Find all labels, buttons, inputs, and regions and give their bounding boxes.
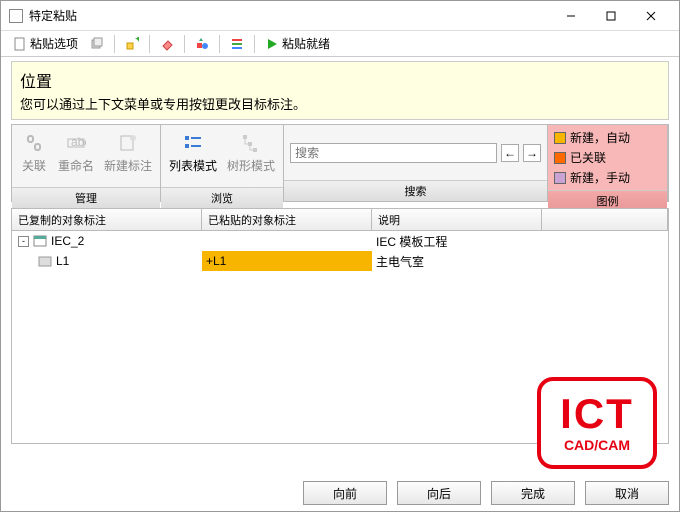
toolbar-list-button[interactable] [226,33,248,55]
window-title: 特定粘贴 [29,7,551,24]
paste-options-label: 粘贴选项 [30,35,78,52]
toolbar-erase-button[interactable] [156,33,178,55]
finish-button[interactable]: 完成 [491,481,575,505]
prev-button[interactable]: 向前 [303,481,387,505]
table-row[interactable]: L1+L1主电气室 [12,251,668,271]
legend-text: 已关联 [570,149,606,166]
legend-item: 已关联 [554,149,661,166]
shapes-icon [195,37,209,51]
legend-item: 新建，手动 [554,169,661,186]
list-mode-icon [181,131,205,155]
ribbon-search-label: 搜索 [284,180,547,201]
maximize-button[interactable] [591,2,631,30]
paste-ready-button[interactable]: 粘贴就绪 [261,33,334,55]
logo-watermark: ICT CAD/CAM [537,377,657,469]
search-next-button[interactable]: → [523,144,541,162]
tree-mode-button[interactable]: 树形模式 [223,129,279,183]
rename-button[interactable]: abc重命名 [54,129,98,183]
search-input[interactable] [290,143,497,163]
legend-swatch [554,132,566,144]
titlebar: 特定粘贴 [1,1,679,31]
svg-text:✦: ✦ [134,37,139,46]
legend-swatch [554,172,566,184]
toolbar: 粘贴选项 ✦ 粘贴就绪 [1,31,679,57]
legend-item: 新建，自动 [554,129,661,146]
minimize-button[interactable] [551,2,591,30]
ribbon-group-search: ← → 搜索 [284,125,548,201]
new-tag-button[interactable]: 新建标注 [100,129,156,183]
toolbar-add-button[interactable]: ✦ [121,33,143,55]
toolbar-shapes-button[interactable] [191,33,213,55]
add-star-icon: ✦ [125,37,139,51]
logo-text: ICT [560,393,634,435]
svg-text:abc: abc [71,135,86,149]
page-icon [13,37,27,51]
info-title: 位置 [20,68,660,92]
footer: 向前 向后 完成 取消 [303,481,669,505]
tree-mode-icon [239,131,263,155]
info-panel: 位置 您可以通过上下文菜单或专用按钮更改目标标注。 [11,61,669,120]
play-icon [265,37,279,51]
legend-text: 新建，手动 [570,169,630,186]
eraser-icon [160,37,174,51]
ribbon-group-manage: 关联 abc重命名 新建标注 管理 [12,125,161,201]
paste-ready-label: 粘贴就绪 [282,35,330,52]
th-desc[interactable]: 说明 [372,209,542,230]
cancel-button[interactable]: 取消 [585,481,669,505]
ribbon: 关联 abc重命名 新建标注 管理 列表模式 树形模式 浏览 ← → 搜索 新建… [11,124,669,202]
info-desc: 您可以通过上下文菜单或专用按钮更改目标标注。 [20,94,660,113]
ribbon-browse-label: 浏览 [161,187,283,208]
th-pasted[interactable]: 已粘贴的对象标注 [202,209,372,230]
legend-swatch [554,152,566,164]
table-header: 已复制的对象标注 已粘贴的对象标注 说明 [12,209,668,231]
ribbon-group-legend: 新建，自动已关联新建，手动 图例 [548,125,668,201]
close-button[interactable] [631,2,671,30]
table-row[interactable]: -IEC_2IEC 模板工程 [12,231,668,251]
paste-options-button[interactable]: 粘贴选项 [9,33,82,55]
link-icon [22,131,46,155]
next-button[interactable]: 向后 [397,481,481,505]
folder-icon [38,254,52,268]
link-button[interactable]: 关联 [16,129,52,183]
th-copied[interactable]: 已复制的对象标注 [12,209,202,230]
list-bars-icon [230,37,244,51]
stack-icon [90,37,104,51]
tree-toggle[interactable]: - [18,236,29,247]
rename-icon: abc [64,131,88,155]
app-icon [9,9,23,23]
ribbon-manage-label: 管理 [12,187,160,208]
th-extra[interactable] [542,209,668,230]
ribbon-group-browse: 列表模式 树形模式 浏览 [161,125,284,201]
logo-subtext: CAD/CAM [564,437,630,453]
toolbar-stack-button[interactable] [86,33,108,55]
search-prev-button[interactable]: ← [501,144,519,162]
project-icon [33,234,47,248]
legend-text: 新建，自动 [570,129,630,146]
new-tag-icon [116,131,140,155]
list-mode-button[interactable]: 列表模式 [165,129,221,183]
